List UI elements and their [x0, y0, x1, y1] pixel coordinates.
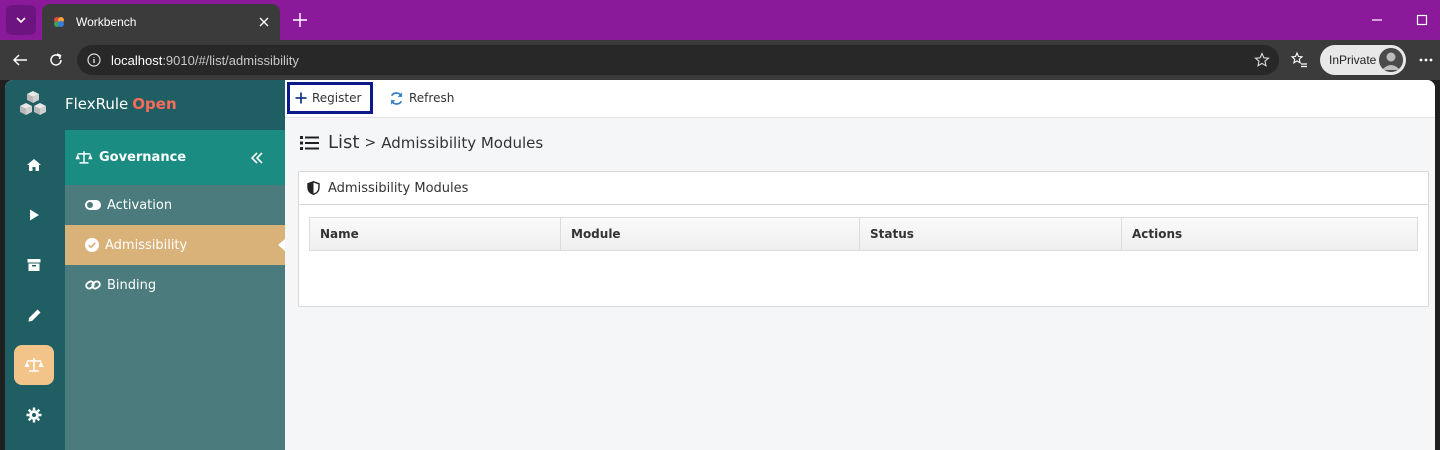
info-icon[interactable] [87, 53, 101, 67]
sidebar-item-activation[interactable]: Activation [65, 185, 285, 225]
page-title: Admissibility Modules [381, 133, 544, 152]
user-avatar-icon [1379, 48, 1403, 72]
sidebar-governance-button[interactable] [14, 345, 54, 385]
brand-header: FlexRule Open [5, 80, 285, 130]
maximize-icon [1416, 14, 1428, 26]
scale-icon [24, 358, 44, 372]
shield-icon [307, 181, 320, 195]
add-favorite-button[interactable] [1253, 51, 1271, 69]
close-icon [259, 17, 269, 27]
maximize-button[interactable] [1413, 11, 1431, 29]
inprivate-label: InPrivate [1329, 53, 1377, 67]
arrow-left-icon [12, 54, 27, 66]
favorites-button[interactable] [1289, 50, 1309, 70]
settings-more-button[interactable] [1416, 50, 1436, 70]
chevron-down-icon [16, 17, 26, 24]
breadcrumb-root[interactable]: List [328, 132, 359, 153]
refresh-label: Refresh [409, 91, 455, 105]
favorites-icon [1290, 51, 1307, 68]
sidebar-archive-button[interactable] [14, 245, 54, 285]
sidebar-edit-button[interactable] [14, 295, 54, 335]
url-text: localhost:9010/#/list/admissibility [111, 53, 299, 68]
url-field[interactable]: localhost:9010/#/list/admissibility [77, 45, 1279, 75]
list-icon [300, 135, 319, 150]
new-tab-button[interactable] [290, 10, 310, 30]
cubes-logo-icon [20, 91, 46, 115]
column-header-status[interactable]: Status [860, 218, 1122, 250]
link-icon [85, 280, 101, 290]
archive-icon [27, 259, 41, 271]
collapse-sidebar-button[interactable] [249, 150, 265, 166]
sidebar-home-button[interactable] [14, 145, 54, 185]
breadcrumb-separator: > [364, 134, 377, 151]
brand-suffix: Open [132, 95, 177, 113]
play-icon [30, 209, 39, 221]
minimize-icon [1372, 19, 1382, 21]
subnav-title: Governance [99, 150, 187, 165]
plus-icon [295, 92, 307, 104]
refresh-button[interactable]: Refresh [389, 82, 469, 114]
application: FlexRule Open Governance Activation Admi… [5, 80, 1435, 450]
register-button[interactable]: Register [287, 82, 373, 114]
back-button[interactable] [10, 50, 30, 70]
sidebar-item-admissibility[interactable]: Admissibility [65, 225, 285, 265]
sidebar-settings-button[interactable] [14, 395, 54, 435]
reload-icon [50, 53, 62, 66]
avatar [1379, 48, 1403, 72]
panel-title: Admissibility Modules [328, 180, 469, 196]
plus-icon [293, 13, 307, 27]
sidebar-item-label: Binding [107, 277, 157, 293]
modules-panel: Admissibility Modules Name Module Status… [298, 171, 1429, 307]
url-host: localhost [111, 52, 163, 68]
sidebar-item-binding[interactable]: Binding [65, 265, 285, 305]
address-bar-row: localhost:9010/#/list/admissibility InPr… [0, 40, 1440, 80]
check-circle-icon [85, 238, 99, 252]
more-horizontal-icon [1419, 58, 1433, 62]
url-path: :9010/#/list/admissibility [162, 52, 299, 68]
column-header-name[interactable]: Name [310, 218, 561, 250]
flexrule-favicon-icon [54, 17, 64, 27]
tab-title: Workbench [76, 15, 137, 29]
modules-table-header: Name Module Status Actions [309, 217, 1418, 251]
pencil-icon [28, 309, 40, 321]
breadcrumb: List > Admissibility Modules [300, 132, 543, 153]
inprivate-button[interactable]: InPrivate [1320, 45, 1406, 75]
governance-sidebar: Governance Activation Admissibility Bind… [65, 130, 285, 450]
icon-sidebar [5, 130, 65, 450]
sidebar-run-button[interactable] [14, 195, 54, 235]
active-indicator [278, 239, 285, 251]
panel-header: Admissibility Modules [299, 172, 1428, 205]
gear-icon [26, 407, 42, 423]
refresh-icon [390, 91, 403, 105]
sidebar-item-label: Activation [107, 197, 173, 213]
browser-tab-bar: Workbench [0, 0, 1440, 40]
minimize-button[interactable] [1368, 11, 1386, 29]
register-label: Register [312, 91, 362, 105]
reload-button[interactable] [46, 50, 66, 70]
sidebar-item-label: Admissibility [105, 237, 188, 253]
chevron-double-left-icon [250, 152, 263, 164]
tab-close-button[interactable] [256, 14, 272, 30]
toggle-icon [85, 200, 101, 210]
brand-title: FlexRule Open [65, 95, 177, 113]
star-icon [1254, 52, 1270, 67]
home-icon [27, 159, 41, 171]
column-header-actions[interactable]: Actions [1122, 218, 1417, 250]
brand-name: FlexRule [65, 95, 129, 113]
column-header-module[interactable]: Module [561, 218, 860, 250]
subnav-header: Governance [65, 130, 285, 185]
main-content: Register Refresh List > Admissibility Mo… [285, 80, 1435, 450]
scale-icon [75, 151, 93, 164]
tab-actions-menu-button[interactable] [6, 5, 36, 35]
toolbar: Register Refresh [285, 80, 1435, 118]
browser-tab[interactable]: Workbench [42, 4, 280, 40]
